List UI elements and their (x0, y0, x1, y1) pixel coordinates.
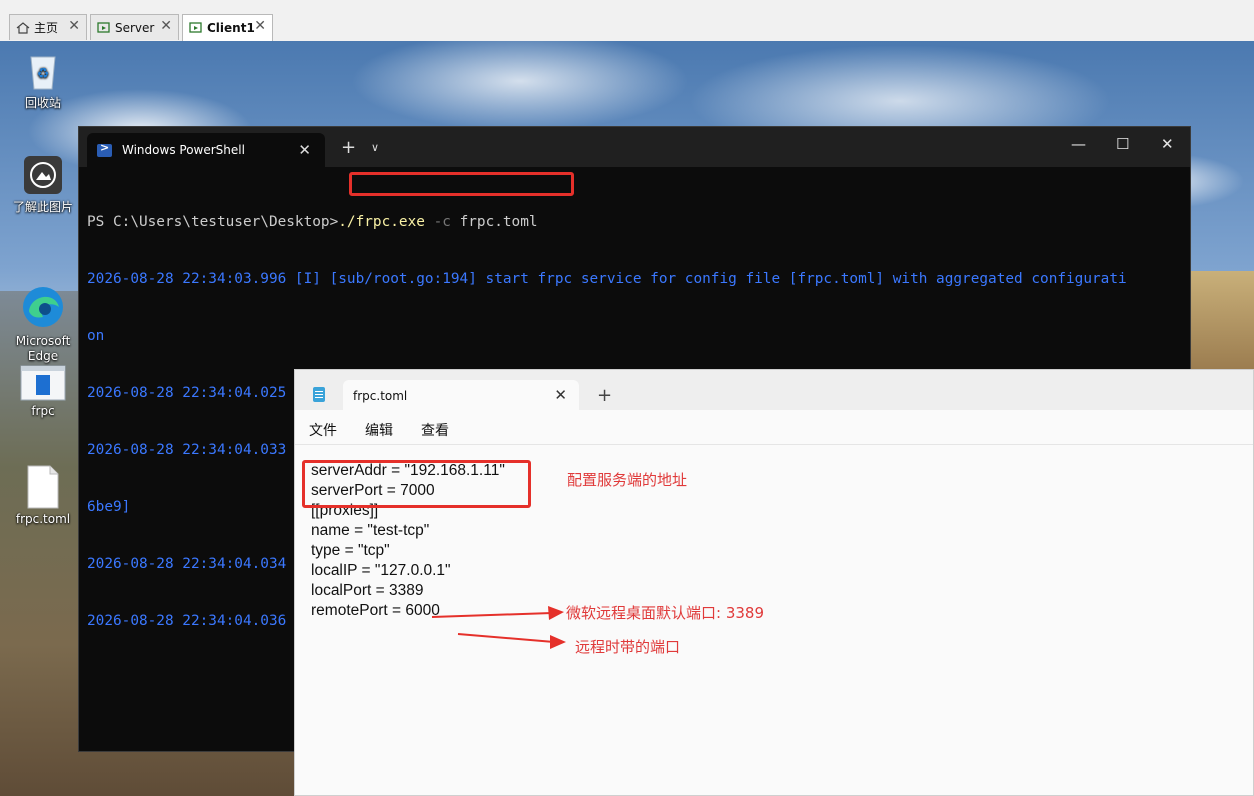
editor-line: type = "tcp" (311, 542, 390, 559)
svg-text:♻: ♻ (37, 66, 50, 82)
notepad-menubar: 文件 编辑 查看 (295, 410, 1253, 445)
desktop-icon-frpc[interactable]: frpc (6, 365, 80, 418)
recycle-bin-icon: ♻ (25, 51, 61, 91)
command-highlight-box (349, 172, 574, 196)
vm-tab-client1[interactable]: Client1 ✕ (182, 14, 273, 41)
edge-icon (21, 270, 65, 327)
arrow-remote-port (457, 633, 555, 643)
arrowhead-icon (548, 606, 564, 620)
editor-line: localIP = "127.0.0.1" (311, 562, 451, 579)
minimize-icon[interactable]: — (1071, 135, 1086, 153)
editor-line: name = "test-tcp" (311, 522, 430, 539)
desktop-icon-label: frpc.toml (15, 512, 71, 526)
vm-icon (97, 21, 111, 34)
desktop-icon-label: 回收站 (24, 96, 61, 110)
new-tab-icon[interactable]: + (597, 385, 612, 406)
vm-tab-label: Server (115, 20, 155, 35)
vm-tab-strip: 主页 ✕ Server ✕ Client1 ✕ (0, 0, 1254, 42)
close-icon[interactable]: ✕ (554, 386, 567, 404)
vm-tab-label: 主页 (34, 21, 59, 35)
annotation-remote-port: 远程时带的端口 (575, 638, 681, 656)
desktop-icon-label: 了解此图片 (12, 200, 73, 214)
chevron-down-icon[interactable]: ∨ (371, 141, 379, 154)
desktop-icon-frpc-toml[interactable]: frpc.toml (6, 465, 80, 526)
server-config-highlight-box (302, 460, 531, 508)
close-icon[interactable]: ✕ (254, 18, 266, 34)
notepad-tab-title: frpc.toml (353, 389, 408, 403)
close-window-icon[interactable]: ✕ (1161, 135, 1174, 153)
vm-tab-server[interactable]: Server ✕ (90, 14, 179, 40)
desktop-icon-edge[interactable]: Microsoft Edge (6, 255, 80, 379)
log-line: 2026-08-28 22:34:03.996 [I] [sub/root.go… (87, 271, 1127, 287)
powershell-tab-title: Windows PowerShell (122, 143, 245, 157)
powershell-titlebar: Windows PowerShell ✕ + ∨ — ☐ ✕ (79, 127, 1190, 167)
editor-line: localPort = 3389 (311, 582, 424, 599)
new-tab-icon[interactable]: + (341, 137, 356, 158)
desktop-icon-label: frpc (31, 404, 55, 418)
file-icon (26, 465, 60, 509)
menu-edit[interactable]: 编辑 (365, 420, 393, 440)
notepad-tab[interactable]: frpc.toml ✕ (343, 380, 579, 410)
close-icon[interactable]: ✕ (298, 141, 311, 159)
menu-file[interactable]: 文件 (309, 420, 337, 440)
notepad-titlebar: frpc.toml ✕ + (295, 370, 1253, 410)
notepad-window: frpc.toml ✕ + 文件 编辑 查看 serverAddr = "192… (294, 369, 1254, 796)
home-icon (16, 21, 30, 34)
command-exe: ./frpc.exe (338, 214, 425, 230)
maximize-icon[interactable]: ☐ (1116, 135, 1129, 153)
prompt: PS C:\Users\testuser\Desktop> (87, 214, 339, 230)
notepad-icon (313, 387, 325, 402)
arrow-local-port (431, 612, 553, 618)
frpc-exe-icon (20, 365, 66, 401)
log-line: on (87, 328, 105, 344)
desktop-icon-label: Microsoft Edge (15, 334, 71, 363)
powershell-tab[interactable]: Windows PowerShell ✕ (87, 133, 325, 167)
annotation-arrows (431, 606, 566, 649)
command-arg: frpc.toml (459, 214, 538, 230)
annotation-local-port: 微软远程桌面默认端口: 3389 (566, 604, 764, 622)
powershell-icon (97, 141, 112, 157)
vm-icon (189, 22, 203, 34)
arrowhead-icon (550, 635, 566, 649)
command-line: PS C:\Users\testuser\Desktop>./frpc.exe … (87, 213, 1127, 232)
wallpaper-building (1190, 271, 1254, 371)
desktop-icon-spotlight[interactable]: 了解此图片 (6, 155, 80, 215)
close-icon[interactable]: ✕ (68, 18, 80, 34)
camera-icon (23, 155, 63, 195)
close-icon[interactable]: ✕ (160, 18, 172, 34)
menu-view[interactable]: 查看 (421, 420, 449, 440)
command-flag: -c (433, 214, 451, 230)
vm-tab-label: Client1 (207, 21, 255, 35)
annotation-server-addr: 配置服务端的地址 (567, 471, 688, 489)
desktop-icon-recycle-bin[interactable]: ♻ 回收站 (6, 51, 80, 111)
vm-tab-home[interactable]: 主页 ✕ (9, 14, 87, 40)
